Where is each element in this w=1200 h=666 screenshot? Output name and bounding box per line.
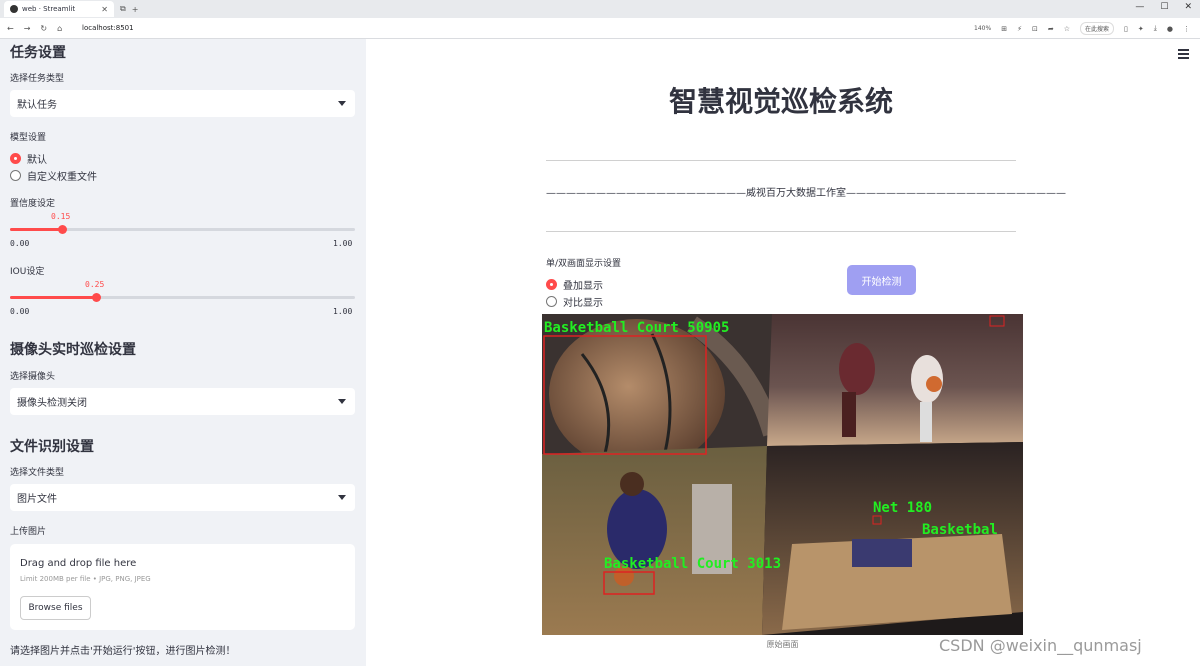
download-icon[interactable]: ⤓ — [1154, 24, 1157, 33]
conf-value: 0.15 — [51, 212, 71, 221]
sidebar-hint: 请选择图片并点击'开始运行'按钮，进行图片检测！ — [10, 646, 236, 657]
iou-label: IOU设定 — [10, 267, 45, 277]
detection-image-svg: Basketball Court 50905 Net 180 Basketbal… — [542, 314, 1023, 635]
task-section-title: 任务设置 — [10, 45, 66, 61]
radio-unselected-icon — [546, 296, 557, 307]
address-bar-tools: 140% ⊞ ⚡ ⊡ ➦ ☆ 在此搜索 ▯ ✦ ⤓ ● ⋮ — [974, 22, 1190, 35]
minimize-icon[interactable]: — — [1135, 2, 1144, 12]
camera-value: 摄像头检测关闭 — [17, 398, 87, 409]
task-type-value: 默认任务 — [17, 100, 57, 111]
upload-label: 上传图片 — [10, 527, 47, 537]
model-section-label: 模型设置 — [10, 133, 47, 143]
streamlit-favicon-icon — [10, 5, 18, 13]
chevron-down-icon — [338, 495, 346, 500]
conf-slider-fill — [10, 228, 62, 231]
detect-label-court-1: Basketball Court 50905 — [544, 320, 729, 336]
forward-icon[interactable]: → — [24, 24, 31, 33]
basketball-shape — [549, 319, 725, 469]
conf-slider-thumb[interactable] — [57, 225, 67, 234]
display-option-label: 对比显示 — [563, 298, 603, 309]
detection-image: Basketball Court 50905 Net 180 Basketbal… — [542, 314, 1023, 635]
home-icon[interactable]: ⌂ — [57, 24, 62, 33]
display-option-label: 叠加显示 — [563, 281, 603, 292]
maximize-icon[interactable]: ☐ — [1160, 2, 1168, 12]
search-box[interactable]: 在此搜索 — [1080, 22, 1115, 35]
address-bar: ← → ↻ ⌂ localhost:8501 140% ⊞ ⚡ ⊡ ➦ ☆ 在此… — [0, 18, 1200, 39]
extension-icon[interactable]: ✦ — [1138, 25, 1144, 33]
detect-label-net: Net 180 — [873, 500, 932, 516]
browser-tabbar: web · Streamlit ✕ ⧉ + — ☐ ✕ — [0, 0, 1200, 18]
reload-icon[interactable]: ↻ — [40, 24, 47, 33]
radio-unselected-icon — [10, 170, 21, 181]
file-type-select[interactable]: 图片文件 — [10, 484, 355, 511]
page-title: 智慧视觉巡检系统 — [668, 85, 893, 118]
iou-slider-fill — [10, 296, 97, 299]
model-option-default[interactable]: 默认 — [10, 151, 47, 166]
dropzone-limit: Limit 200MB per file • JPG, PNG, JPEG — [20, 575, 151, 583]
display-mode-label: 单/双画面显示设置 — [546, 259, 622, 269]
detect-label-court-2: Basketball Court 3013 — [604, 556, 781, 572]
share-icon[interactable]: ➦ — [1048, 25, 1054, 33]
display-option-overlay[interactable]: 叠加显示 — [546, 277, 603, 292]
model-option-label: 自定义权重文件 — [27, 172, 97, 183]
translate-icon[interactable]: ⊞ — [1001, 25, 1007, 33]
browser-tab[interactable]: web · Streamlit ✕ — [4, 1, 114, 17]
back-icon[interactable]: ← — [7, 24, 14, 33]
iou-value: 0.25 — [85, 280, 105, 289]
iou-slider-thumb[interactable] — [92, 293, 102, 302]
camera-select[interactable]: 摄像头检测关闭 — [10, 388, 355, 415]
conf-max: 1.00 — [333, 239, 353, 248]
tab-group-icon[interactable]: ⧉ — [120, 4, 126, 14]
nav-buttons: ← → ↻ ⌂ — [0, 24, 82, 33]
close-tab-icon[interactable]: ✕ — [101, 5, 108, 14]
dropzone-title: Drag and drop file here — [20, 558, 137, 569]
file-type-label: 选择文件类型 — [10, 468, 65, 478]
detect-label-ball: Basketbal — [922, 522, 998, 538]
studio-line: ————————————————————威视百万大数据工作室——————————… — [546, 188, 1066, 199]
iou-max: 1.00 — [333, 307, 353, 316]
file-type-value: 图片文件 — [17, 494, 57, 505]
sidebar: 任务设置 选择任务类型 默认任务 模型设置 默认 自定义权重文件 置信度设定 0… — [0, 39, 366, 666]
conf-min: 0.00 — [10, 239, 30, 248]
new-tab-icon[interactable]: + — [132, 5, 139, 14]
conf-slider[interactable] — [10, 225, 355, 234]
bolt-icon[interactable]: ⚡ — [1017, 25, 1022, 33]
divider-top — [546, 160, 1016, 161]
chevron-down-icon — [338, 101, 346, 106]
close-window-icon[interactable]: ✕ — [1184, 2, 1192, 12]
display-option-compare[interactable]: 对比显示 — [546, 294, 603, 309]
tab-title: web · Streamlit — [22, 5, 76, 13]
radio-selected-icon — [10, 153, 21, 164]
photo-tile-players — [767, 314, 1023, 446]
browse-files-button[interactable]: Browse files — [20, 596, 91, 620]
profile-icon[interactable]: ● — [1167, 25, 1173, 33]
zoom-indicator[interactable]: 140% — [974, 25, 991, 32]
sidebar-toggle-icon[interactable]: ▯ — [1124, 25, 1128, 33]
menu-dots-icon[interactable]: ⋮ — [1183, 25, 1190, 33]
divider-bottom — [546, 231, 1016, 232]
watermark: CSDN @weixin__qunmasj — [939, 636, 1142, 655]
iou-slider[interactable] — [10, 293, 355, 302]
file-section-title: 文件识别设置 — [10, 439, 94, 455]
start-detection-button[interactable]: 开始检测 — [847, 265, 916, 295]
chevron-down-icon — [338, 399, 346, 404]
screenshot-icon[interactable]: ⊡ — [1032, 25, 1038, 33]
camera-section-title: 摄像头实时巡检设置 — [10, 342, 136, 358]
iou-min: 0.00 — [10, 307, 30, 316]
conf-label: 置信度设定 — [10, 199, 56, 209]
model-option-custom[interactable]: 自定义权重文件 — [10, 168, 97, 183]
file-dropzone[interactable]: Drag and drop file here Limit 200MB per … — [10, 544, 355, 630]
task-type-select[interactable]: 默认任务 — [10, 90, 355, 117]
camera-label: 选择摄像头 — [10, 372, 56, 382]
star-icon[interactable]: ☆ — [1064, 25, 1070, 33]
task-type-label: 选择任务类型 — [10, 74, 65, 84]
radio-selected-icon — [546, 279, 557, 290]
model-option-label: 默认 — [27, 155, 47, 166]
window-controls: — ☐ ✕ — [1135, 2, 1192, 12]
menu-icon[interactable] — [1178, 49, 1189, 59]
url-field[interactable]: localhost:8501 — [82, 24, 134, 32]
